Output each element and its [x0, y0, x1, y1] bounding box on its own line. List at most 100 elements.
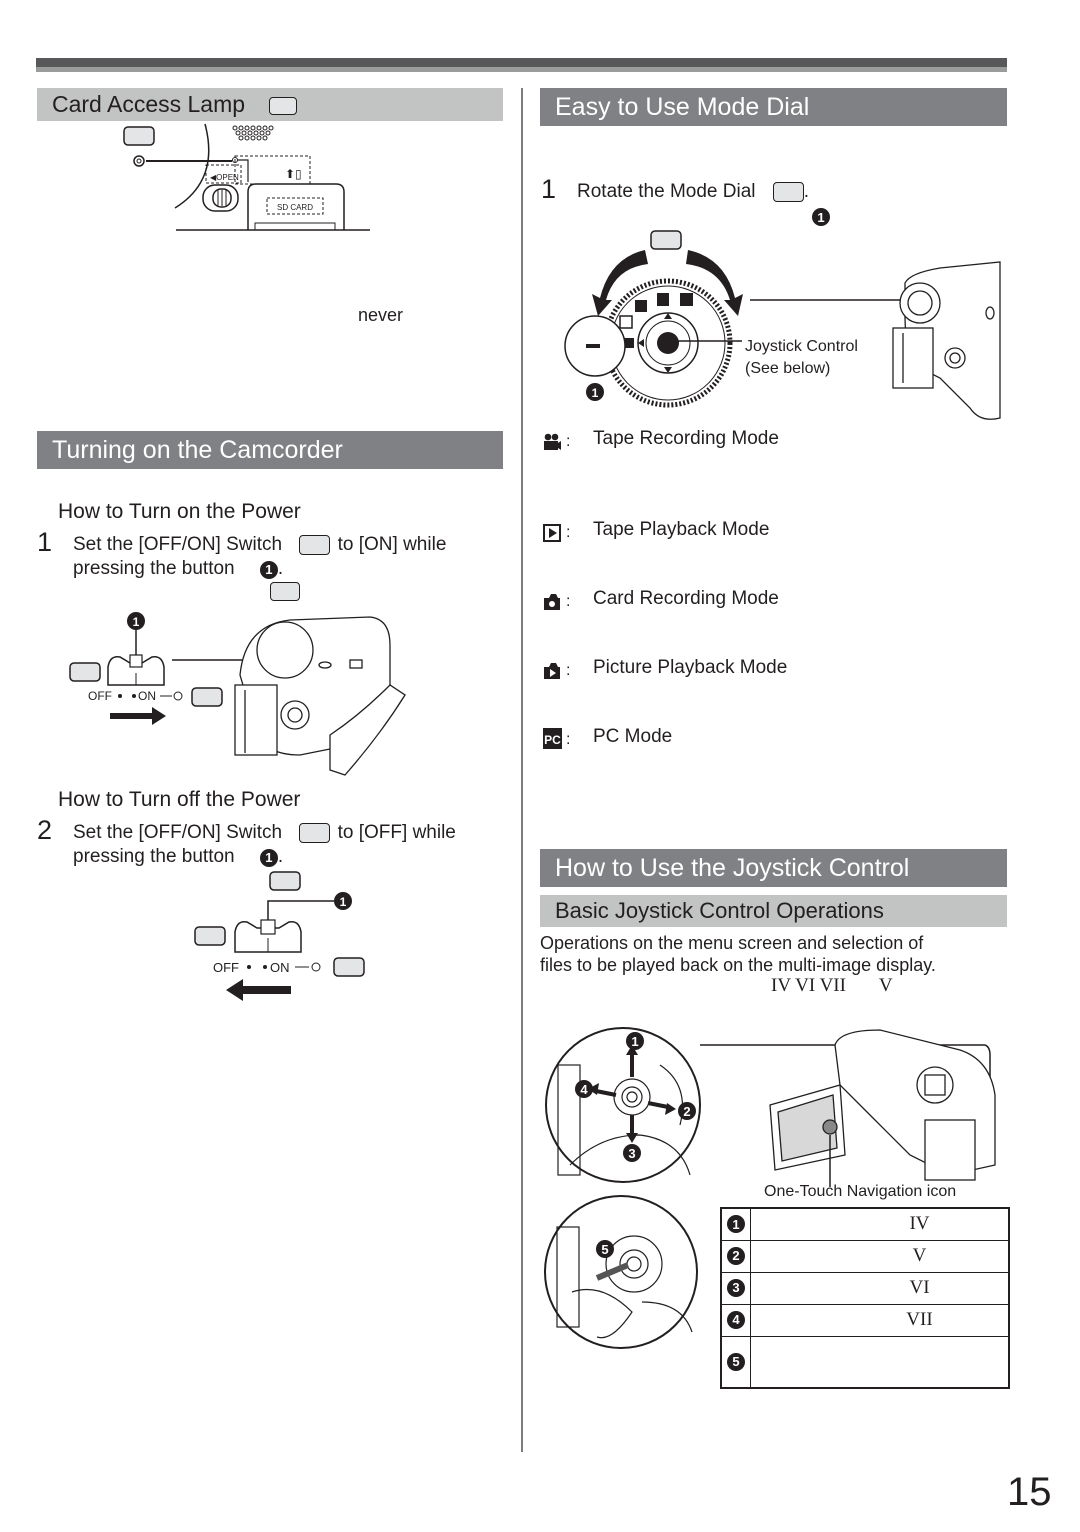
- row-marker: 3: [727, 1278, 745, 1297]
- card-slot-diagram: ◀OPEN ⬆▯ SD CARD: [123, 123, 370, 231]
- ref-placeholder: [69, 662, 101, 682]
- section-title: How to Use the Joystick Control: [555, 854, 910, 882]
- svg-text:1: 1: [340, 895, 347, 909]
- step-text-line2: pressing the button 1.: [73, 558, 284, 579]
- mode-label: Tape Recording Mode: [593, 428, 779, 449]
- nav-icon-label: One-Touch Navigation icon: [764, 1183, 957, 1200]
- table-row: 3 VI: [720, 1271, 1010, 1305]
- svg-text:⬆▯: ⬆▯: [285, 167, 302, 181]
- power-on-diagram: 1 OFF ON: [69, 612, 406, 776]
- joystick-description-line2: files to be played back on the multi-ima…: [540, 955, 936, 975]
- marker-2: 2: [683, 1104, 690, 1119]
- off-label: OFF: [213, 960, 239, 975]
- step-text: Rotate the Mode Dial: [577, 181, 756, 202]
- power-on-subheading: How to Turn on the Power: [58, 500, 301, 523]
- step-text-line2: pressing the button 1.: [73, 846, 284, 867]
- joystick-description-line1: Operations on the menu screen and select…: [540, 933, 924, 953]
- ref-placeholder: [299, 822, 331, 843]
- joystick-press-diagram: 5: [544, 1195, 698, 1349]
- ref-placeholder: [194, 926, 226, 946]
- row-reference: IV: [909, 1213, 930, 1235]
- body-fragment: never: [358, 305, 404, 325]
- section-title: Card Access Lamp: [52, 91, 246, 117]
- row-marker: 5: [727, 1352, 745, 1371]
- mode-label: Card Recording Mode: [593, 588, 779, 609]
- camcorder-illustration: [234, 616, 406, 776]
- step-text: pressing the button: [73, 558, 235, 579]
- row-reference: VII: [906, 1309, 933, 1330]
- mode-item: : Tape Playback Mode: [543, 516, 1003, 546]
- marker-3: 3: [628, 1146, 635, 1161]
- top-bar: [36, 58, 1007, 67]
- ref-placeholder: [333, 957, 365, 977]
- marker-1: 1: [812, 208, 830, 226]
- step-number: 1: [541, 174, 557, 204]
- table-row: 1 IV: [720, 1207, 1010, 1241]
- section-title: Turning on the Camcorder: [52, 436, 343, 464]
- marker-1: 1: [259, 560, 278, 579]
- step-text: pressing the button: [73, 846, 235, 867]
- ref-placeholder: [650, 230, 682, 250]
- off-label: OFF: [88, 689, 112, 703]
- turning-on-header: Turning on the Camcorder: [37, 431, 503, 469]
- ref-placeholder: [270, 582, 300, 601]
- mode-dial-header: Easy to Use Mode Dial: [540, 88, 1007, 126]
- arrow-right-icon: [110, 707, 166, 725]
- tape-recording-icon: [544, 433, 561, 450]
- on-label: ON: [138, 689, 156, 703]
- subsection-title: Basic Joystick Control Operations: [555, 898, 884, 923]
- mode-item: : Picture Playback Mode: [543, 654, 1003, 684]
- marker-1: 1: [259, 848, 278, 867]
- joystick-header: How to Use the Joystick Control: [540, 849, 1007, 887]
- step-text: to [OFF] while: [337, 822, 456, 843]
- pc-mode-icon: PC: [543, 728, 562, 749]
- card-recording-icon: [544, 594, 560, 610]
- marker-4: 4: [580, 1082, 588, 1097]
- joystick-direction-diagram: 1 2 3 4: [545, 1027, 996, 1187]
- joystick-label: Joystick Control: [745, 338, 858, 355]
- marker-1: 1: [631, 1034, 638, 1049]
- ref-placeholder: [269, 871, 301, 891]
- section-title: Easy to Use Mode Dial: [555, 93, 810, 121]
- mode-item: : Tape Recording Mode: [543, 425, 1003, 455]
- arrow-left-icon: [226, 979, 291, 1001]
- svg-text:PC: PC: [544, 733, 561, 747]
- joystick-label-see-below: (See below): [745, 360, 830, 377]
- column-divider: [521, 88, 523, 1452]
- mode-item: : Card Recording Mode: [543, 585, 1003, 615]
- mode-label: Tape Playback Mode: [593, 519, 770, 540]
- row-marker: 1: [727, 1215, 745, 1233]
- table-row: 4 VII: [720, 1303, 1010, 1337]
- roman-references: IV VI VII V: [771, 975, 893, 996]
- step-number: 2: [37, 815, 53, 845]
- mode-label: Picture Playback Mode: [593, 657, 788, 678]
- mode-dial-diagram: 1 Joystick Control (See below): [564, 230, 1001, 420]
- picture-playback-icon: [544, 663, 560, 679]
- table-row: 5: [720, 1335, 1010, 1389]
- row-reference: VI: [909, 1277, 930, 1298]
- page-number: 15: [1007, 1470, 1052, 1514]
- marker-5: 5: [601, 1242, 608, 1257]
- on-label: ON: [270, 960, 290, 975]
- ref-placeholder: [191, 687, 223, 707]
- card-access-lamp-header: Card Access Lamp: [37, 88, 503, 121]
- mode-label: PC Mode: [593, 726, 673, 747]
- joystick-subheader: Basic Joystick Control Operations: [540, 895, 1007, 927]
- lamp-icon: [133, 155, 145, 167]
- top-bar-accent: [36, 67, 1007, 72]
- step-number: 1: [37, 527, 53, 557]
- step-text: Rotate the Mode Dial .: [577, 181, 810, 202]
- step-text: to [ON] while: [337, 534, 447, 555]
- step-text-line1: Set the [OFF/ON] Switch to [OFF] while: [73, 821, 456, 845]
- step-text: Set the [OFF/ON] Switch: [73, 534, 283, 555]
- svg-text:1: 1: [592, 386, 599, 400]
- sd-card-label: SD CARD: [277, 203, 313, 212]
- svg-text:1: 1: [133, 615, 140, 629]
- row-marker: 4: [727, 1310, 745, 1329]
- camcorder-illustration: [892, 261, 1001, 420]
- step-text: Set the [OFF/ON] Switch: [73, 822, 283, 843]
- row-marker: 2: [727, 1246, 745, 1265]
- mode-item: PC : PC Mode: [543, 726, 673, 749]
- camcorder-lcd-illustration: [769, 1029, 996, 1181]
- ref-placeholder: [269, 96, 298, 115]
